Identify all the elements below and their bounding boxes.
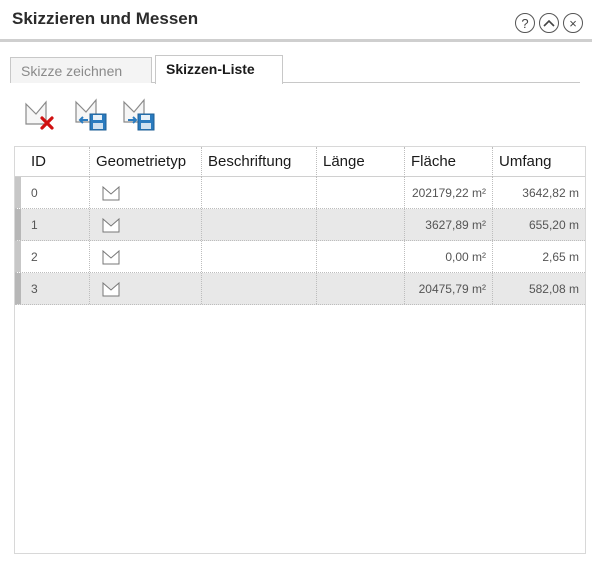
polygon-icon [89,273,201,304]
toolbar [20,94,220,134]
cell-id: 1 [31,218,38,232]
cell-beschriftung [201,241,316,272]
collapse-icon[interactable] [539,13,559,33]
column-header-beschriftung[interactable]: Beschriftung [201,147,316,177]
import-sketch-button[interactable] [70,94,110,134]
cell-umfang: 2,65 m [492,241,585,272]
tab-skizze-zeichnen[interactable]: Skizze zeichnen [10,57,152,83]
close-icon[interactable]: × [563,13,583,33]
column-header-id[interactable]: ID [25,147,85,177]
polygon-icon [89,209,201,240]
cell-umfang: 582,08 m [492,273,585,304]
title-bar: Skizzieren und Messen ? × [0,0,592,42]
cell-umfang: 655,20 m [492,209,585,240]
cell-umfang: 3642,82 m [492,177,585,208]
table-row[interactable]: 0 202179,22 m² 3642,82 m [15,177,585,209]
delete-sketch-button[interactable] [20,94,60,134]
cell-flaeche: 20475,79 m² [404,273,492,304]
table-row[interactable]: 3 20475,79 m² 582,08 m [15,273,585,305]
delete-sketch-icon [25,100,54,130]
polygon-icon [89,241,201,272]
table-row[interactable]: 2 0,00 m² 2,65 m [15,241,585,273]
cell-beschriftung [201,209,316,240]
column-header-geometrietyp[interactable]: Geometrietyp [89,147,201,177]
polygon-icon [89,177,201,208]
import-sketch-icon [75,98,107,131]
cell-laenge [316,241,404,272]
tab-bar: Skizze zeichnen Skizzen-Liste [10,55,580,84]
table-header: ID Geometrietyp Beschriftung Länge Fläch… [15,147,585,177]
column-header-flaeche[interactable]: Fläche [404,147,492,177]
cell-flaeche: 202179,22 m² [404,177,492,208]
export-sketch-icon [123,98,155,131]
cell-id: 2 [31,250,38,264]
sketch-list-table: ID Geometrietyp Beschriftung Länge Fläch… [14,146,586,554]
help-icon[interactable]: ? [515,13,535,33]
cell-flaeche: 3627,89 m² [404,209,492,240]
window-title: Skizzieren und Messen [12,9,199,28]
cell-laenge [316,209,404,240]
table-row[interactable]: 1 3627,89 m² 655,20 m [15,209,585,241]
cell-id: 0 [31,186,38,200]
tab-skizzen-liste[interactable]: Skizzen-Liste [155,55,283,84]
cell-beschriftung [201,273,316,304]
cell-flaeche: 0,00 m² [404,241,492,272]
cell-beschriftung [201,177,316,208]
column-header-umfang[interactable]: Umfang [492,147,585,177]
cell-id: 3 [31,282,38,296]
column-header-laenge[interactable]: Länge [316,147,404,177]
export-sketch-button[interactable] [118,94,158,134]
cell-laenge [316,177,404,208]
cell-laenge [316,273,404,304]
